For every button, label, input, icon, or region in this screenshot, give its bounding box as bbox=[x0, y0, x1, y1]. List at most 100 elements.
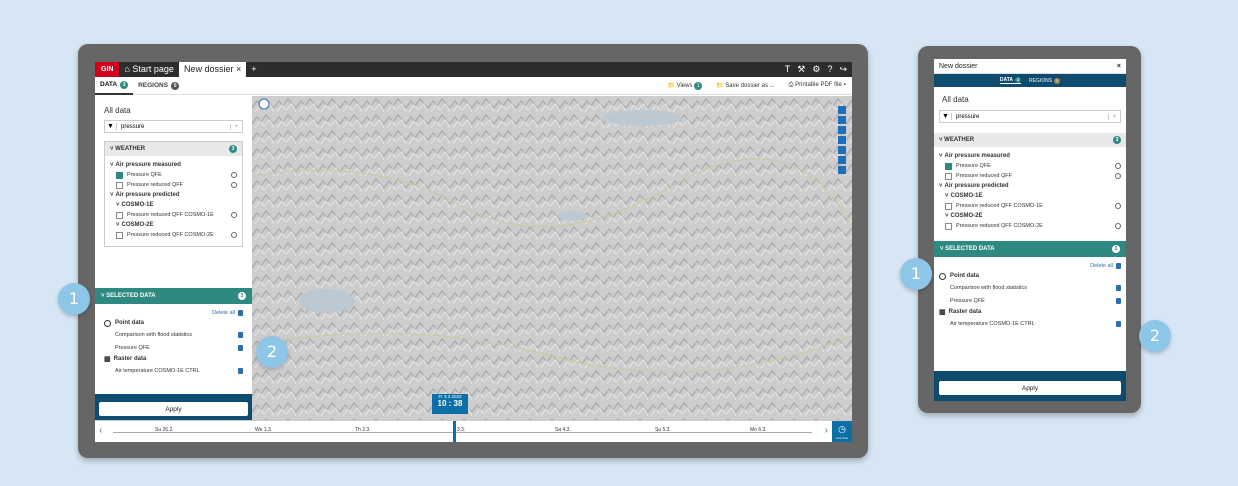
radio-button[interactable] bbox=[1115, 203, 1121, 209]
data-item[interactable]: Pressure reduced QFF bbox=[110, 180, 237, 190]
help-icon[interactable]: ? bbox=[827, 64, 832, 75]
radio-button[interactable] bbox=[231, 232, 237, 238]
brand-logo: GIN bbox=[95, 62, 120, 77]
timeline[interactable]: ‹ Su 26.2. We 1.3. Th 2.3. 3.3. Sa 4.3. … bbox=[95, 420, 852, 442]
chevron-right-icon[interactable]: › bbox=[825, 425, 828, 436]
checkbox[interactable] bbox=[116, 171, 123, 179]
checkbox[interactable] bbox=[945, 162, 952, 170]
live-time-button[interactable]: ◷ Live time bbox=[832, 421, 852, 442]
trash-icon[interactable] bbox=[1116, 320, 1121, 327]
data-item[interactable]: Pressure reduced QFF COSMO-1E bbox=[939, 201, 1121, 211]
logout-icon[interactable]: ↪ bbox=[839, 64, 847, 75]
day-label: Su 5.3. bbox=[655, 427, 671, 433]
tab-regions[interactable]: REGIONS 0 bbox=[1029, 77, 1061, 84]
tab-data[interactable]: DATA 3 bbox=[95, 77, 134, 95]
tab-label: Start page bbox=[132, 64, 174, 74]
weather-header[interactable]: ˅ WEATHER 3 bbox=[934, 133, 1126, 147]
layers-icon[interactable] bbox=[838, 106, 846, 114]
radio-button[interactable] bbox=[1115, 223, 1121, 229]
data-group: ˅ COSMO-2E bbox=[939, 211, 1121, 221]
app-topbar: GIN ⌂ Start page New dossier × + T ⚒ ⚙ ?… bbox=[95, 62, 852, 77]
count-badge: 0 bbox=[1054, 77, 1061, 84]
search-input[interactable]: ▼ pressure × bbox=[104, 120, 243, 133]
tab-label: REGIONS bbox=[1029, 77, 1053, 84]
checkbox[interactable] bbox=[116, 181, 123, 189]
delete-all-link[interactable]: Delete all bbox=[939, 261, 1121, 271]
fullscreen-icon[interactable] bbox=[838, 156, 846, 164]
data-item[interactable]: Pressure QFE bbox=[110, 170, 237, 180]
raster-data-label: Raster data bbox=[948, 309, 982, 315]
zoom-out-icon[interactable] bbox=[838, 146, 846, 154]
radio-button[interactable] bbox=[231, 172, 237, 178]
map-view[interactable]: Fr 3.3.2023 10 : 38 bbox=[252, 96, 852, 420]
chevron-down-icon: ˅ bbox=[945, 193, 949, 199]
views-button[interactable]: 📁 Views 1 bbox=[667, 81, 703, 90]
item-label: Air pressure predicted bbox=[115, 192, 180, 198]
trash-icon[interactable] bbox=[238, 344, 243, 351]
selected-data-header[interactable]: ˅ SELECTED DATA 3 bbox=[934, 241, 1126, 257]
raster-data-group: ▦ Raster data bbox=[104, 354, 243, 364]
checkbox[interactable] bbox=[116, 231, 123, 239]
close-icon[interactable]: × bbox=[236, 64, 241, 74]
pdf-button[interactable]: ⎙ Printable PDF file ▾ bbox=[789, 82, 846, 90]
tab-new-dossier[interactable]: New dossier × bbox=[178, 62, 247, 77]
item-label: Pressure QFE bbox=[956, 163, 991, 169]
data-group: ˅ COSMO-1E bbox=[939, 191, 1121, 201]
tab-data[interactable]: DATA 3 bbox=[999, 77, 1022, 84]
raster-data-label: Raster data bbox=[113, 356, 147, 362]
apply-button[interactable]: Apply bbox=[939, 381, 1121, 395]
home-icon: ⌂ bbox=[124, 64, 130, 74]
close-icon[interactable]: × bbox=[1117, 63, 1121, 70]
trash-icon[interactable] bbox=[238, 367, 243, 374]
tab-start-page[interactable]: ⌂ Start page bbox=[119, 62, 178, 77]
data-item[interactable]: Pressure reduced QFF bbox=[939, 171, 1121, 181]
add-tab-button[interactable]: + bbox=[246, 62, 261, 77]
target-icon[interactable] bbox=[838, 126, 846, 134]
time-indicator[interactable]: Fr 3.3.2023 10 : 38 bbox=[432, 394, 468, 414]
chevron-down-icon: ˅ bbox=[110, 192, 114, 198]
count-badge: 3 bbox=[1112, 245, 1120, 253]
grid-icon: ▦ bbox=[939, 309, 946, 316]
radio-button[interactable] bbox=[1115, 173, 1121, 179]
clear-icon[interactable]: × bbox=[1108, 113, 1120, 120]
checkbox[interactable] bbox=[945, 172, 952, 180]
radio-button[interactable] bbox=[231, 182, 237, 188]
save-dossier-button[interactable]: 📁 Save dossier as ... bbox=[716, 82, 775, 90]
data-item[interactable]: Pressure QFE bbox=[939, 161, 1121, 171]
tools-icon[interactable]: ⚒ bbox=[797, 64, 805, 75]
trash-icon[interactable] bbox=[1116, 284, 1121, 291]
weather-label: WEATHER bbox=[115, 146, 146, 152]
radio-button[interactable] bbox=[1115, 163, 1121, 169]
trash-icon[interactable] bbox=[1116, 297, 1121, 304]
apply-button[interactable]: Apply bbox=[99, 402, 248, 416]
callout-1-mobile: 1 bbox=[900, 258, 932, 290]
selected-data-header[interactable]: ˅ SELECTED DATA 3 bbox=[95, 288, 252, 304]
count-badge: 3 bbox=[1113, 136, 1121, 144]
chevron-left-icon[interactable]: ‹ bbox=[99, 425, 102, 436]
search-icon[interactable] bbox=[838, 116, 846, 124]
share-icon[interactable] bbox=[838, 166, 846, 174]
data-item[interactable]: Pressure reduced QFF COSMO-2E bbox=[939, 221, 1121, 231]
clear-icon[interactable]: × bbox=[230, 123, 242, 130]
selected-label: SELECTED DATA bbox=[945, 246, 995, 252]
gear-icon[interactable]: ⚙ bbox=[812, 64, 820, 75]
weather-header[interactable]: ˅ WEATHER 3 bbox=[105, 142, 242, 156]
point-data-group: Point data bbox=[104, 318, 243, 328]
search-input[interactable]: ▼ pressure × bbox=[939, 110, 1121, 123]
tab-label: REGIONS bbox=[138, 82, 169, 89]
apply-bar: Apply bbox=[934, 370, 1126, 401]
delete-all-link[interactable]: Delete all bbox=[104, 308, 243, 318]
timeline-cursor[interactable] bbox=[453, 421, 456, 442]
time-label: 10 : 38 bbox=[437, 399, 463, 408]
list-item: Air temperature COSMO-1E CTRL bbox=[104, 364, 243, 377]
text-icon[interactable]: T bbox=[785, 64, 791, 75]
checkbox[interactable] bbox=[945, 202, 952, 210]
data-item[interactable]: Pressure reduced QFF COSMO-2E bbox=[110, 230, 237, 240]
tab-regions[interactable]: REGIONS 0 bbox=[133, 77, 184, 95]
zoom-in-icon[interactable] bbox=[838, 136, 846, 144]
trash-icon[interactable] bbox=[238, 331, 243, 338]
checkbox[interactable] bbox=[945, 222, 952, 230]
checkbox[interactable] bbox=[116, 211, 123, 219]
radio-button[interactable] bbox=[231, 212, 237, 218]
data-item[interactable]: Pressure reduced QFF COSMO-1E bbox=[110, 210, 237, 220]
